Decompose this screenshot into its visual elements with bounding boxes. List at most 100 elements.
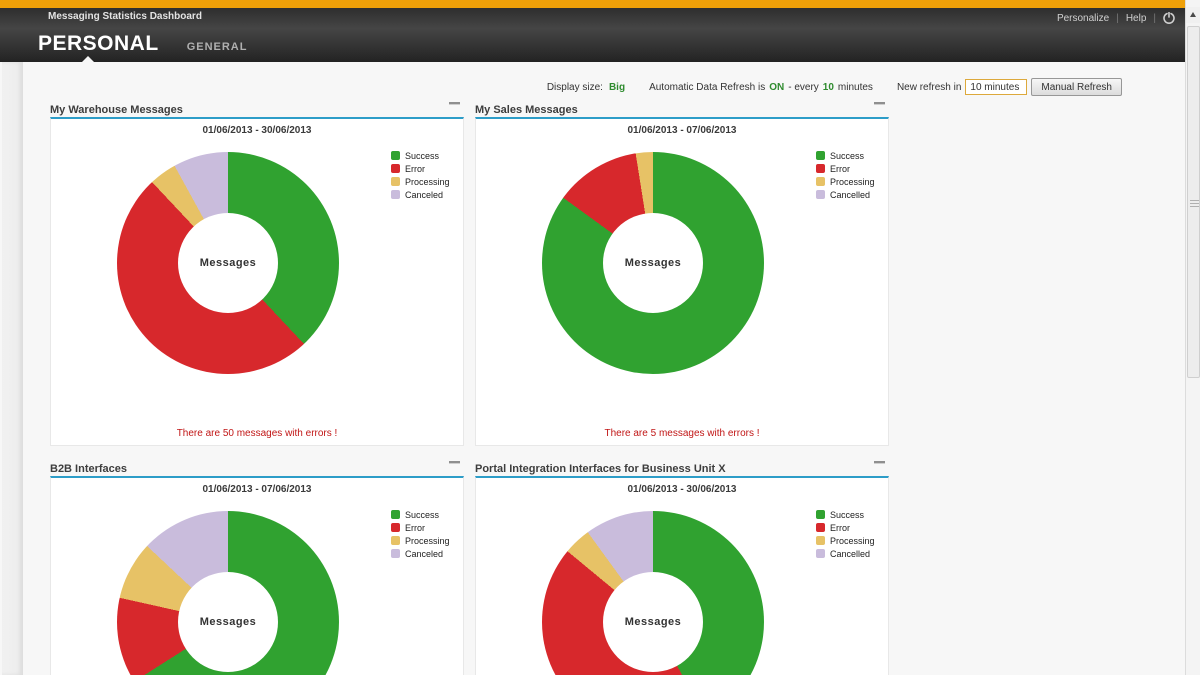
chart-date-range: 01/06/2013 - 07/06/2013 [476, 125, 888, 136]
app-header: Messaging Statistics Dashboard Personali… [0, 8, 1185, 62]
panel-title: My Warehouse Messages [50, 104, 183, 116]
minimize-icon[interactable] [449, 461, 460, 464]
display-size-value[interactable]: Big [609, 82, 625, 93]
legend-swatch [816, 510, 825, 519]
left-gutter [2, 62, 23, 675]
donut-center: Messages [178, 213, 278, 313]
minimize-icon[interactable] [874, 461, 885, 464]
minimize-icon[interactable] [449, 102, 460, 105]
auto-refresh-mid: - every [788, 82, 819, 93]
refresh-controls: Display size: Big Automatic Data Refresh… [547, 78, 1122, 96]
panel-my-warehouse-messages: My Warehouse Messages 01/06/2013 - 30/06… [50, 100, 464, 446]
tab-general[interactable]: GENERAL [187, 41, 248, 53]
legend-item-error[interactable]: Error [816, 162, 875, 175]
menu-separator: | [1153, 13, 1156, 24]
chart-legend: Success Error Processing Canceled [391, 508, 450, 560]
legend-swatch [391, 510, 400, 519]
new-refresh-group: New refresh in Manual Refresh [897, 78, 1122, 96]
logoff-power-icon[interactable] [1163, 12, 1175, 24]
new-refresh-label: New refresh in [897, 82, 961, 93]
workset-tabs: PERSONAL GENERAL [38, 32, 247, 56]
help-link[interactable]: Help [1126, 13, 1147, 24]
scrollbar-up-arrow-icon[interactable] [1186, 7, 1200, 23]
legend-item-error[interactable]: Error [816, 521, 875, 534]
panel-body: 01/06/2013 - 30/06/2013 Messages Success… [50, 117, 464, 446]
legend-item-success[interactable]: Success [816, 149, 875, 162]
auto-refresh-prefix: Automatic Data Refresh is [649, 82, 765, 93]
menu-separator: | [1116, 13, 1119, 24]
refresh-interval-input[interactable] [965, 79, 1027, 95]
legend-swatch [391, 164, 400, 173]
app-title: Messaging Statistics Dashboard [48, 11, 202, 22]
panel-b2b-interfaces: B2B Interfaces 01/06/2013 - 07/06/2013 M… [50, 459, 464, 675]
manual-refresh-button[interactable]: Manual Refresh [1031, 78, 1122, 96]
minimize-icon[interactable] [874, 102, 885, 105]
chart-legend: Success Error Processing Cancelled [816, 508, 875, 560]
legend-swatch [816, 164, 825, 173]
chart-date-range: 01/06/2013 - 07/06/2013 [51, 484, 463, 495]
panel-body: 01/06/2013 - 07/06/2013 Messages Success… [50, 476, 464, 675]
donut-center: Messages [603, 572, 703, 672]
panel-body: 01/06/2013 - 30/06/2013 Messages Success… [475, 476, 889, 675]
panel-title: Portal Integration Interfaces for Busine… [475, 463, 726, 475]
legend-item-success[interactable]: Success [391, 149, 450, 162]
vertical-scrollbar[interactable] [1185, 0, 1200, 675]
legend-item-processing[interactable]: Processing [391, 534, 450, 547]
header-menu: Personalize | Help | [1057, 12, 1175, 24]
auto-refresh-interval: 10 [823, 82, 834, 93]
legend-item-error[interactable]: Error [391, 521, 450, 534]
legend-swatch [391, 190, 400, 199]
panel-title: B2B Interfaces [50, 463, 127, 475]
legend-swatch [391, 536, 400, 545]
auto-refresh-state: ON [769, 82, 784, 93]
brand-bar [0, 0, 1185, 8]
panel-title: My Sales Messages [475, 104, 578, 116]
panel-header: B2B Interfaces [50, 459, 464, 474]
active-tab-indicator [82, 56, 94, 62]
content-area: Display size: Big Automatic Data Refresh… [0, 62, 1185, 675]
donut-center-label: Messages [625, 616, 682, 628]
donut-chart[interactable]: Messages [117, 152, 339, 374]
legend-item-processing[interactable]: Processing [816, 175, 875, 188]
dashboard-page: Messaging Statistics Dashboard Personali… [0, 0, 1200, 675]
legend-swatch [391, 549, 400, 558]
legend-item-processing[interactable]: Processing [816, 534, 875, 547]
chart-date-range: 01/06/2013 - 30/06/2013 [476, 484, 888, 495]
legend-item-cancelled[interactable]: Cancelled [816, 547, 875, 560]
error-note: There are 50 messages with errors ! [51, 428, 463, 439]
legend-swatch [391, 177, 400, 186]
chart-legend: Success Error Processing Canceled [391, 149, 450, 201]
legend-item-cancelled[interactable]: Cancelled [816, 188, 875, 201]
display-size-label: Display size: [547, 82, 603, 93]
legend-item-processing[interactable]: Processing [391, 175, 450, 188]
tab-personal[interactable]: PERSONAL [38, 32, 159, 56]
donut-center-label: Messages [625, 257, 682, 269]
legend-item-canceled[interactable]: Canceled [391, 547, 450, 560]
donut-chart[interactable]: Messages [542, 511, 764, 675]
scrollbar-grip [1190, 200, 1199, 209]
legend-swatch [391, 523, 400, 532]
panel-my-sales-messages: My Sales Messages 01/06/2013 - 07/06/201… [475, 100, 889, 446]
legend-item-success[interactable]: Success [816, 508, 875, 521]
legend-swatch [816, 549, 825, 558]
legend-swatch [391, 151, 400, 160]
legend-swatch [816, 190, 825, 199]
donut-chart[interactable]: Messages [542, 152, 764, 374]
chart-date-range: 01/06/2013 - 30/06/2013 [51, 125, 463, 136]
personalize-link[interactable]: Personalize [1057, 13, 1109, 24]
error-note: There are 5 messages with errors ! [476, 428, 888, 439]
donut-chart[interactable]: Messages [117, 511, 339, 675]
scrollbar-thumb[interactable] [1187, 26, 1200, 378]
legend-item-success[interactable]: Success [391, 508, 450, 521]
auto-refresh-suffix: minutes [838, 82, 873, 93]
panel-header: Portal Integration Interfaces for Busine… [475, 459, 889, 474]
donut-center: Messages [603, 213, 703, 313]
legend-swatch [816, 536, 825, 545]
panel-header: My Warehouse Messages [50, 100, 464, 115]
legend-item-error[interactable]: Error [391, 162, 450, 175]
panel-header: My Sales Messages [475, 100, 889, 115]
donut-center-label: Messages [200, 257, 257, 269]
legend-item-canceled[interactable]: Canceled [391, 188, 450, 201]
legend-swatch [816, 151, 825, 160]
auto-refresh-status: Automatic Data Refresh is ON - every 10 … [649, 82, 873, 93]
